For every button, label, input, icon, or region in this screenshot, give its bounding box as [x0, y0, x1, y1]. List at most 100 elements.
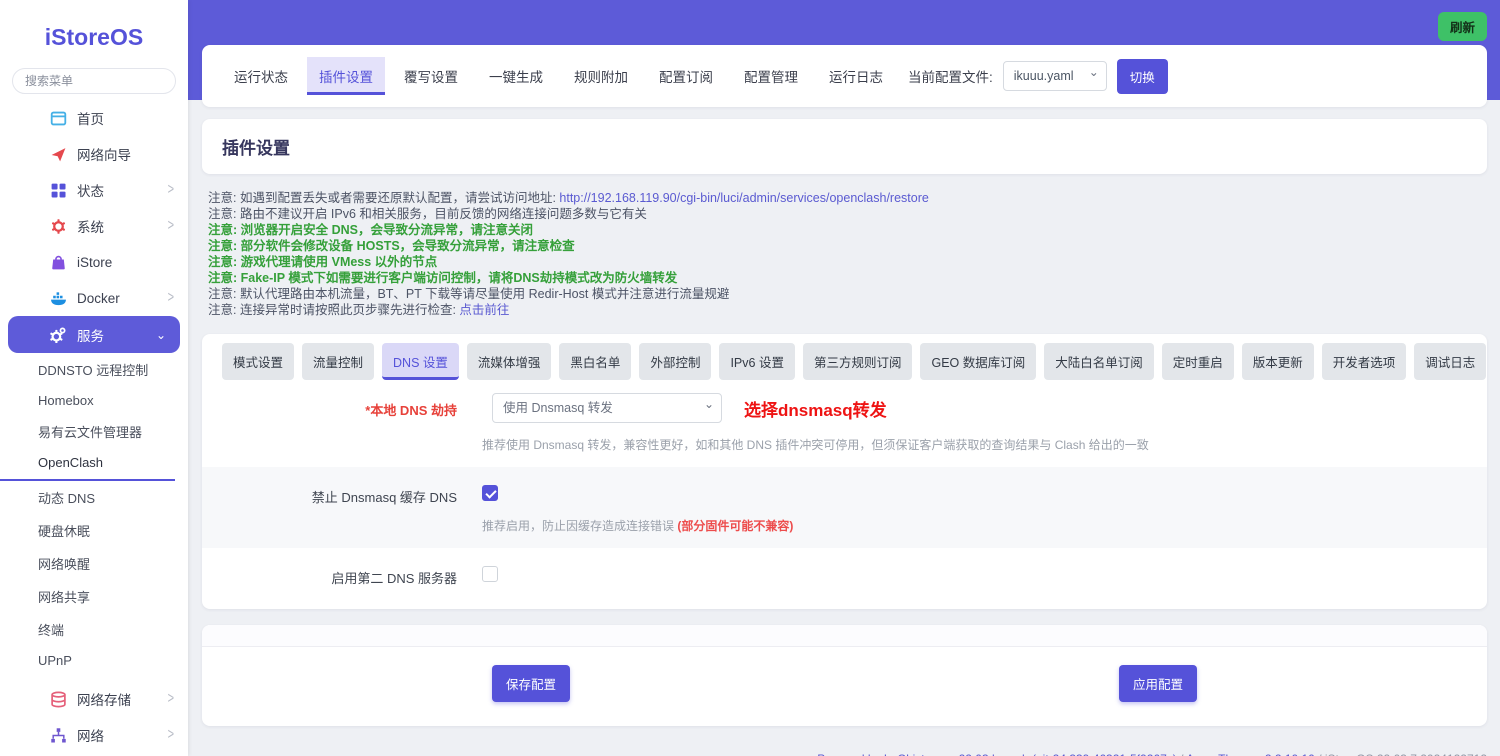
- main-area: 刷新 运行状态插件设置覆写设置一键生成规则附加配置订阅配置管理运行日志 当前配置…: [188, 0, 1500, 756]
- form-row-dns-hijack: *本地 DNS 劫持 使用 Dnsmasq 转发 选择dnsmasq转发 推荐使…: [202, 380, 1487, 467]
- dns-hijack-select[interactable]: 使用 Dnsmasq 转发: [492, 393, 722, 423]
- sidebar-item-iStore[interactable]: iStore: [0, 244, 188, 280]
- settings-tab-大陆白名单订阅[interactable]: 大陆白名单订阅: [1044, 343, 1154, 380]
- dns-hijack-label: *本地 DNS 劫持: [222, 393, 482, 453]
- sidebar-subitem-网络唤醒[interactable]: 网络唤醒: [0, 547, 188, 580]
- tab-规则附加[interactable]: 规则附加: [562, 57, 640, 95]
- second-dns-label: 启用第二 DNS 服务器: [222, 561, 482, 587]
- footer-sep: /: [1177, 752, 1186, 756]
- sidebar-subitem-Homebox[interactable]: Homebox: [0, 386, 188, 415]
- sidebar-search: [12, 68, 176, 94]
- wizard-icon: [50, 146, 67, 163]
- sidebar-item-网络[interactable]: 网络 >: [0, 717, 188, 753]
- sidebar-subitem-DDNSTO 远程控制[interactable]: DDNSTO 远程控制: [0, 353, 188, 386]
- settings-tab-IPv6 设置[interactable]: IPv6 设置: [719, 343, 795, 380]
- network-icon: [50, 727, 67, 744]
- settings-tab-外部控制[interactable]: 外部控制: [639, 343, 711, 380]
- footer-luci-link[interactable]: Powered by LuCI istoreos-22.03 branch (g…: [817, 752, 1177, 756]
- storage-icon: [50, 691, 67, 708]
- tab-覆写设置[interactable]: 覆写设置: [392, 57, 470, 95]
- footer-version: / iStoreOS 22.03.7 2024122712: [1315, 752, 1487, 756]
- chevron-right-icon: >: [168, 727, 174, 744]
- sidebar-subitem-终端[interactable]: 终端: [0, 613, 188, 646]
- search-input[interactable]: [12, 68, 176, 94]
- disable-cache-checkbox[interactable]: [482, 485, 498, 501]
- sidebar-subitem-易有云文件管理器[interactable]: 易有云文件管理器: [0, 415, 188, 448]
- disable-cache-desc-text: 推荐启用，防止因缓存造成连接错误: [482, 519, 677, 533]
- config-file-select[interactable]: ikuuu.yaml: [1003, 61, 1107, 91]
- notice-line: 注意: 如遇到配置丢失或者需要还原默认配置，请尝试访问地址: http://19…: [208, 190, 1481, 206]
- page-title: 插件设置: [222, 134, 1467, 159]
- sidebar-item-label: Docker: [77, 291, 120, 306]
- tab-运行日志[interactable]: 运行日志: [817, 57, 895, 95]
- notice-link[interactable]: http://192.168.119.90/cgi-bin/luci/admin…: [559, 191, 928, 205]
- footer: Powered by LuCI istoreos-22.03 branch (g…: [202, 752, 1487, 756]
- sidebar-item-label: iStore: [77, 255, 112, 270]
- chevron-right-icon: >: [168, 218, 174, 235]
- settings-tab-版本更新[interactable]: 版本更新: [1242, 343, 1314, 380]
- services-icon: [50, 326, 67, 343]
- sidebar-item-状态[interactable]: 状态>: [0, 172, 188, 208]
- sidebar-item-网络存储[interactable]: 网络存储 >: [0, 681, 188, 717]
- sidebar-nav: 首页网络向导状态>系统>iStoreDocker>服务⌄: [0, 100, 188, 353]
- sidebar-subitem-网络共享[interactable]: 网络共享: [0, 580, 188, 613]
- tab-运行状态[interactable]: 运行状态: [222, 57, 300, 95]
- settings-tab-流媒体增强[interactable]: 流媒体增强: [467, 343, 552, 380]
- notice-line: 注意: 连接异常时请按照此页步骤先进行检查: 点击前往: [208, 302, 1481, 318]
- sidebar-item-label: 服务: [77, 325, 104, 345]
- sidebar-item-label: 首页: [77, 108, 104, 128]
- page-title-card: 插件设置: [202, 119, 1487, 174]
- sidebar-item-Docker[interactable]: Docker>: [0, 280, 188, 316]
- notice-line: 注意: Fake-IP 模式下如需要进行客户端访问控制，请将DNS劫持模式改为防…: [208, 270, 1481, 286]
- sidebar-subitem-OpenClash[interactable]: OpenClash: [0, 448, 175, 481]
- dns-hijack-select-wrap: 使用 Dnsmasq 转发: [492, 393, 722, 423]
- settings-tab-DNS 设置[interactable]: DNS 设置: [382, 343, 459, 380]
- sidebar-subitem-动态 DNS[interactable]: 动态 DNS: [0, 481, 188, 514]
- save-config-button[interactable]: 保存配置: [492, 665, 570, 702]
- notice-line: 注意: 默认代理路由本机流量，BT、PT 下载等请尽量使用 Redir-Host…: [208, 286, 1481, 302]
- settings-tab-流量控制[interactable]: 流量控制: [302, 343, 374, 380]
- settings-tab-第三方规则订阅[interactable]: 第三方规则订阅: [803, 343, 913, 380]
- second-dns-checkbox[interactable]: [482, 566, 498, 582]
- sidebar-item-label: 状态: [77, 180, 104, 200]
- settings-card: 模式设置流量控制DNS 设置流媒体增强黑白名单外部控制IPv6 设置第三方规则订…: [202, 334, 1487, 609]
- dns-hijack-annotation: 选择dnsmasq转发: [744, 396, 887, 421]
- tab-插件设置[interactable]: 插件设置: [307, 57, 385, 95]
- form-row-disable-cache: 禁止 Dnsmasq 缓存 DNS 推荐启用，防止因缓存造成连接错误 (部分固件…: [202, 467, 1487, 548]
- disable-cache-desc: 推荐启用，防止因缓存造成连接错误 (部分固件可能不兼容): [482, 517, 1467, 534]
- tab-一键生成[interactable]: 一键生成: [477, 57, 555, 95]
- chevron-right-icon: >: [168, 691, 174, 708]
- app-logo: iStoreOS: [0, 24, 188, 51]
- sidebar-item-服务[interactable]: 服务 ⌄: [8, 316, 180, 353]
- sidebar-item-label: 网络: [77, 725, 104, 745]
- apply-config-button[interactable]: 应用配置: [1119, 665, 1197, 702]
- config-file-select-wrap: ikuuu.yaml: [1003, 61, 1107, 91]
- sidebar-item-网络向导[interactable]: 网络向导: [0, 136, 188, 172]
- sidebar-subitem-UPnP[interactable]: UPnP: [0, 646, 188, 675]
- sidebar-item-label: 网络存储: [77, 689, 131, 709]
- notice-line: 注意: 部分软件会修改设备 HOSTS，会导致分流异常，请注意检查: [208, 238, 1481, 254]
- home-icon: [50, 110, 67, 127]
- notice-link[interactable]: 点击前往: [459, 303, 509, 317]
- sidebar-submenu: DDNSTO 远程控制Homebox易有云文件管理器OpenClash动态 DN…: [0, 353, 188, 675]
- tab-配置管理[interactable]: 配置管理: [732, 57, 810, 95]
- settings-tab-黑白名单[interactable]: 黑白名单: [559, 343, 631, 380]
- sidebar-item-系统[interactable]: 系统>: [0, 208, 188, 244]
- settings-tab-调试日志[interactable]: 调试日志: [1414, 343, 1486, 380]
- settings-tab-模式设置[interactable]: 模式设置: [222, 343, 294, 380]
- sidebar-subitem-硬盘休眠[interactable]: 硬盘休眠: [0, 514, 188, 547]
- form-row-second-dns: 启用第二 DNS 服务器: [202, 548, 1487, 609]
- chevron-down-icon: ⌄: [156, 328, 166, 342]
- settings-tab-定时重启[interactable]: 定时重启: [1162, 343, 1234, 380]
- notice-line: 注意: 路由不建议开启 IPv6 和相关服务，目前反馈的网络连接问题多数与它有关: [208, 206, 1481, 222]
- refresh-button[interactable]: 刷新: [1438, 12, 1487, 41]
- settings-tab-GEO 数据库订阅[interactable]: GEO 数据库订阅: [920, 343, 1036, 380]
- sidebar: iStoreOS 首页网络向导状态>系统>iStoreDocker>服务⌄ DD…: [0, 0, 188, 756]
- sidebar-item-首页[interactable]: 首页: [0, 100, 188, 136]
- tab-配置订阅[interactable]: 配置订阅: [647, 57, 725, 95]
- footer-theme-link[interactable]: ArgonTheme v2.2.10.10: [1186, 752, 1315, 756]
- notice-line: 注意: 游戏代理请使用 VMess 以外的节点: [208, 254, 1481, 270]
- switch-config-button[interactable]: 切换: [1117, 59, 1168, 94]
- sidebar-item-label: 网络向导: [77, 144, 131, 164]
- settings-tab-开发者选项[interactable]: 开发者选项: [1322, 343, 1407, 380]
